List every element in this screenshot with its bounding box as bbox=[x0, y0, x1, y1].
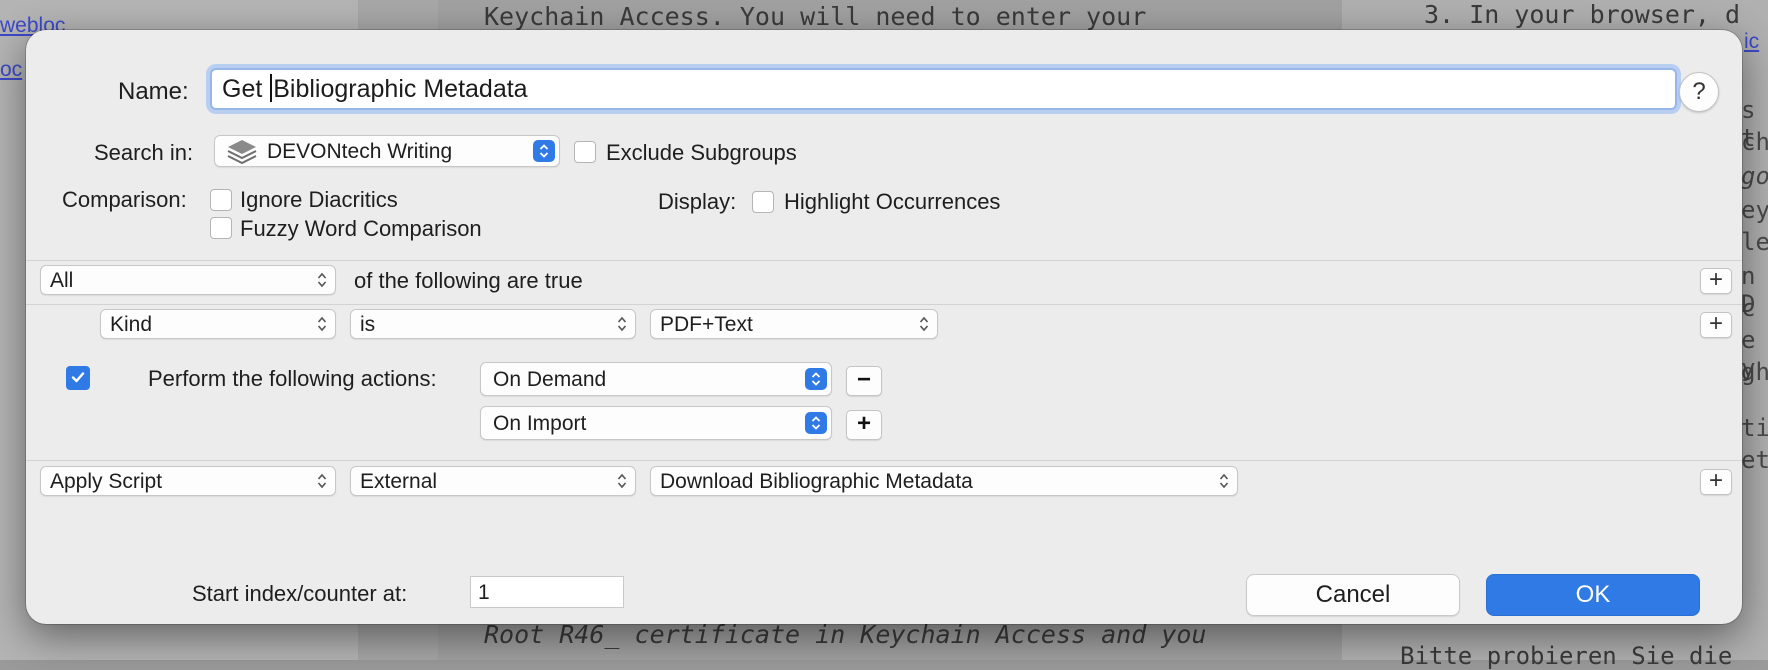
background-fragment: go bbox=[1741, 162, 1768, 190]
chevron-updown-icon bbox=[533, 140, 555, 162]
background-right-bottom: Bitte probieren Sie die bbox=[1400, 642, 1733, 670]
display-label: Display: bbox=[658, 189, 737, 214]
background-fragment: c bbox=[1741, 294, 1756, 322]
criterion-operator-value: is bbox=[360, 313, 376, 336]
remove-trigger-button[interactable]: − bbox=[846, 366, 882, 396]
action-script-value: Download Bibliographic Metadata bbox=[660, 470, 973, 493]
minus-icon: − bbox=[856, 366, 871, 393]
background-fragment: ch bbox=[1741, 128, 1768, 156]
help-icon: ? bbox=[1692, 78, 1706, 105]
fuzzy-word-label: Fuzzy Word Comparison bbox=[240, 216, 482, 241]
chevron-updown-icon bbox=[317, 315, 327, 333]
criterion-field-popup[interactable]: Kind bbox=[100, 309, 336, 339]
match-mode-value: All bbox=[50, 269, 74, 292]
background-text-top: Keychain Access. You will need to enter … bbox=[484, 2, 1147, 31]
chevron-updown-icon bbox=[1219, 472, 1229, 490]
background-text-bottom: Root R46_ certificate in Keychain Access… bbox=[484, 620, 1207, 649]
name-input[interactable]: Get Bibliographic Metadata bbox=[210, 68, 1677, 110]
criterion-value-value: PDF+Text bbox=[660, 313, 753, 336]
exclude-subgroups-checkbox[interactable] bbox=[574, 141, 596, 163]
criterion-field-value: Kind bbox=[110, 313, 153, 336]
help-button[interactable]: ? bbox=[1679, 72, 1719, 112]
chevron-updown-icon bbox=[805, 368, 827, 390]
plus-icon: + bbox=[1708, 266, 1723, 293]
add-action-button[interactable]: + bbox=[1700, 469, 1732, 495]
trigger-on-import-value: On Import bbox=[493, 412, 587, 435]
action-source-value: External bbox=[360, 470, 438, 493]
ignore-diacritics-label: Ignore Diacritics bbox=[240, 187, 398, 212]
perform-actions-label: Perform the following actions: bbox=[148, 366, 437, 391]
add-criterion-group-button[interactable]: + bbox=[1700, 268, 1732, 294]
counter-input[interactable]: 1 bbox=[470, 576, 624, 608]
add-trigger-button[interactable]: + bbox=[846, 410, 882, 440]
trigger-on-demand-popup[interactable]: On Demand bbox=[480, 362, 832, 396]
chevron-updown-icon bbox=[317, 271, 327, 289]
add-criterion-button[interactable]: + bbox=[1700, 312, 1732, 338]
match-suffix-label: of the following are true bbox=[354, 268, 583, 293]
action-type-popup[interactable]: Apply Script bbox=[40, 466, 336, 496]
counter-value: 1 bbox=[478, 581, 490, 604]
background-fragment: ti bbox=[1741, 414, 1768, 442]
name-value-end: Bibliographic Metadata bbox=[273, 75, 528, 103]
separator bbox=[26, 260, 1742, 261]
plus-icon: + bbox=[1708, 467, 1723, 494]
highlight-occurrences-checkbox[interactable] bbox=[752, 191, 774, 213]
action-source-popup[interactable]: External bbox=[350, 466, 636, 496]
fuzzy-word-checkbox[interactable] bbox=[210, 217, 232, 239]
background-fragment: let bbox=[1741, 228, 1768, 256]
search-in-label: Search in: bbox=[94, 140, 194, 165]
trigger-on-import-popup[interactable]: On Import bbox=[480, 406, 832, 440]
trigger-on-demand-value: On Demand bbox=[493, 368, 607, 391]
chevron-updown-icon bbox=[617, 472, 627, 490]
ignore-diacritics-checkbox[interactable] bbox=[210, 189, 232, 211]
background-fragment: eyc bbox=[1741, 196, 1768, 224]
search-in-popup[interactable]: DEVONtech Writing bbox=[214, 135, 560, 167]
exclude-subgroups-label: Exclude Subgroups bbox=[606, 140, 797, 165]
criterion-operator-popup[interactable]: is bbox=[350, 309, 636, 339]
checkmark-icon bbox=[71, 372, 85, 383]
separator bbox=[26, 460, 1742, 461]
chevron-updown-icon bbox=[617, 315, 627, 333]
text-caret bbox=[270, 74, 273, 103]
chevron-updown-icon bbox=[805, 412, 827, 434]
chevron-updown-icon bbox=[317, 472, 327, 490]
background-link-2[interactable]: oc bbox=[0, 58, 22, 82]
plus-icon: + bbox=[1708, 310, 1723, 337]
database-stack-icon bbox=[226, 138, 260, 168]
background-right-link[interactable]: ic bbox=[1744, 30, 1759, 54]
name-label: Name: bbox=[118, 78, 189, 105]
counter-label: Start index/counter at: bbox=[192, 581, 408, 606]
criterion-value-popup[interactable]: PDF+Text bbox=[650, 309, 938, 339]
chevron-updown-icon bbox=[919, 315, 929, 333]
separator bbox=[26, 304, 1742, 305]
background-fragment: et bbox=[1741, 446, 1768, 474]
plus-icon: + bbox=[856, 410, 871, 437]
name-value-start: Get bbox=[222, 75, 270, 103]
background-fragment: gh bbox=[1741, 358, 1768, 386]
comparison-label: Comparison: bbox=[62, 187, 187, 212]
search-in-value: DEVONtech Writing bbox=[267, 140, 453, 163]
highlight-occurrences-label: Highlight Occurrences bbox=[784, 189, 1001, 214]
perform-actions-checkbox[interactable] bbox=[66, 366, 90, 390]
action-type-value: Apply Script bbox=[50, 470, 163, 493]
cancel-button[interactable]: Cancel bbox=[1246, 574, 1460, 616]
smart-rule-dialog: Name: Get Bibliographic Metadata ? Searc… bbox=[26, 30, 1742, 624]
ok-button[interactable]: OK bbox=[1486, 574, 1700, 616]
background-right-top: 3. In your browser, d bbox=[1424, 0, 1741, 29]
action-script-popup[interactable]: Download Bibliographic Metadata bbox=[650, 466, 1238, 496]
match-mode-popup[interactable]: All bbox=[40, 265, 336, 295]
